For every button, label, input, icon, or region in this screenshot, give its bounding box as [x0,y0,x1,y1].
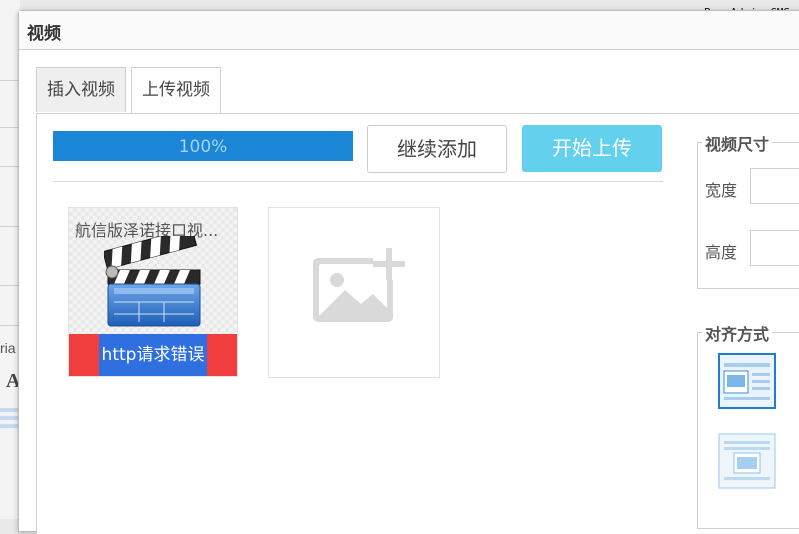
width-label: 宽度 [705,181,738,200]
add-more-button[interactable]: 继续添加 [367,125,507,173]
editor-divider [0,325,20,326]
tab-upload-video[interactable]: 上传视频 [131,67,221,114]
file-error-bar: http请求错误 [69,334,237,376]
height-input[interactable] [750,230,799,266]
tab-insert-video[interactable]: 插入视频 [36,67,126,112]
start-upload-button[interactable]: 开始上传 [522,125,662,172]
video-clapperboard-icon [104,236,201,327]
upload-panel: 100% 继续添加 开始上传 航信版泽诺接口视... http请求错误 视频尺寸… [36,113,799,534]
width-input[interactable] [750,168,799,204]
editor-divider [0,285,20,286]
add-file-slot[interactable] [268,207,440,378]
editor-divider [0,226,20,227]
file-error-text: http请求错误 [99,334,207,376]
editor-divider [0,80,20,81]
upload-file-item[interactable]: 航信版泽诺接口视... http请求错误 [68,207,238,377]
add-image-icon [313,248,405,322]
editor-divider [0,166,20,167]
alignment-legend: 对齐方式 [702,321,773,345]
video-size-group: 视频尺寸 宽度 高度 [697,131,799,289]
align-left-icon[interactable] [718,353,776,409]
video-size-legend: 视频尺寸 [702,131,773,155]
upload-progress-bar: 100% [53,131,353,161]
dialog-title: 视频 [27,24,61,44]
dialog-titlebar[interactable]: 视频 [19,11,799,50]
upload-progress-label: 100% [178,137,228,157]
height-label: 高度 [705,243,738,262]
editor-divider [0,127,20,128]
editor-background [0,0,20,519]
align-center-icon[interactable] [718,433,776,489]
alignment-group: 对齐方式 [697,321,799,529]
table-icon[interactable] [0,408,20,430]
editor-partial-text: ria [0,340,16,356]
video-dialog: 视频 插入视频 上传视频 100% 继续添加 开始上传 航信版泽诺接口视... [18,10,799,534]
divider [53,181,663,182]
